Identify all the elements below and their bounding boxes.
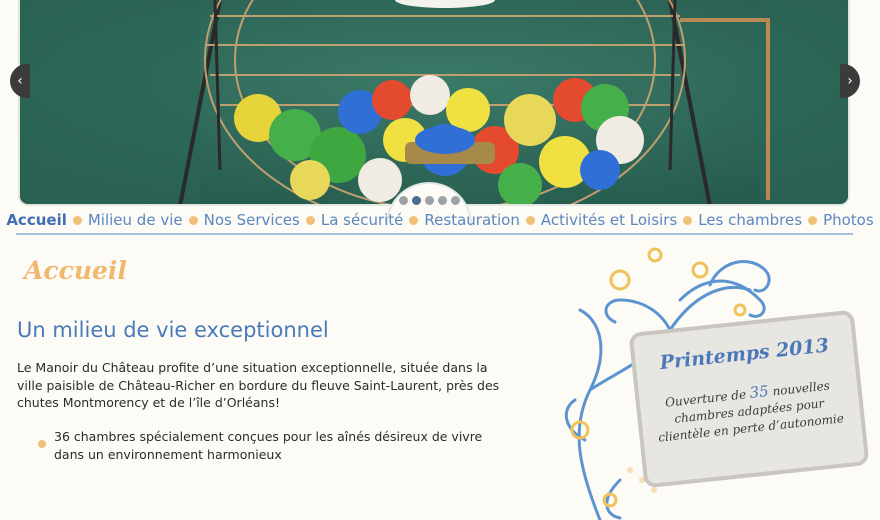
chevron-left-icon: ‹	[17, 73, 23, 89]
promo-text: Ouverture de 35 nouvelles chambres adapt…	[647, 375, 851, 448]
nav-item-restauration[interactable]: Restauration	[424, 211, 519, 229]
nav-item-activites-et-loisirs[interactable]: Activités et Loisirs	[541, 211, 677, 229]
main-navigation: Accueil Milieu de vie Nos Services La sé…	[0, 209, 880, 231]
nav-separator	[808, 215, 818, 225]
nav-item-nos-services[interactable]: Nos Services	[204, 211, 300, 229]
hero-slider-image	[18, 0, 850, 206]
nav-divider	[16, 233, 853, 235]
nav-separator	[409, 215, 419, 225]
slider-dot-1[interactable]	[398, 196, 408, 205]
intro-paragraph: Le Manoir du Château profite d’une situa…	[17, 360, 500, 410]
feature-list: 36 chambres spécialement conçues pour le…	[38, 428, 508, 463]
slider-prev-button[interactable]: ‹	[10, 64, 30, 98]
slider-next-button[interactable]: ›	[840, 64, 860, 98]
nav-separator	[72, 215, 82, 225]
promo-number: 35	[748, 381, 770, 402]
nav-item-milieu-de-vie[interactable]: Milieu de vie	[88, 211, 183, 229]
promo-title: Printemps 2013	[658, 334, 830, 375]
slider-dot-4[interactable]	[437, 196, 447, 205]
bingo-cage-photo	[20, 0, 848, 204]
nav-separator	[683, 215, 693, 225]
slider-dot-3[interactable]	[424, 196, 434, 205]
nav-item-photos[interactable]: Photos	[823, 211, 874, 229]
slider-dot-2[interactable]	[411, 196, 421, 205]
nav-separator	[305, 215, 315, 225]
page-heading: Un milieu de vie exceptionnel	[17, 318, 329, 342]
nav-separator	[525, 215, 535, 225]
nav-item-la-securite[interactable]: La sécurité	[321, 211, 404, 229]
chevron-right-icon: ›	[847, 73, 853, 89]
nav-separator	[188, 215, 198, 225]
nav-item-les-chambres[interactable]: Les chambres	[698, 211, 802, 229]
section-title: Accueil	[24, 256, 127, 285]
slider-dot-5[interactable]	[450, 196, 460, 205]
nav-item-accueil[interactable]: Accueil	[6, 211, 67, 229]
promo-card[interactable]: Printemps 2013 Ouverture de 35 nouvelles…	[628, 309, 870, 489]
list-item: 36 chambres spécialement conçues pour le…	[38, 428, 508, 463]
